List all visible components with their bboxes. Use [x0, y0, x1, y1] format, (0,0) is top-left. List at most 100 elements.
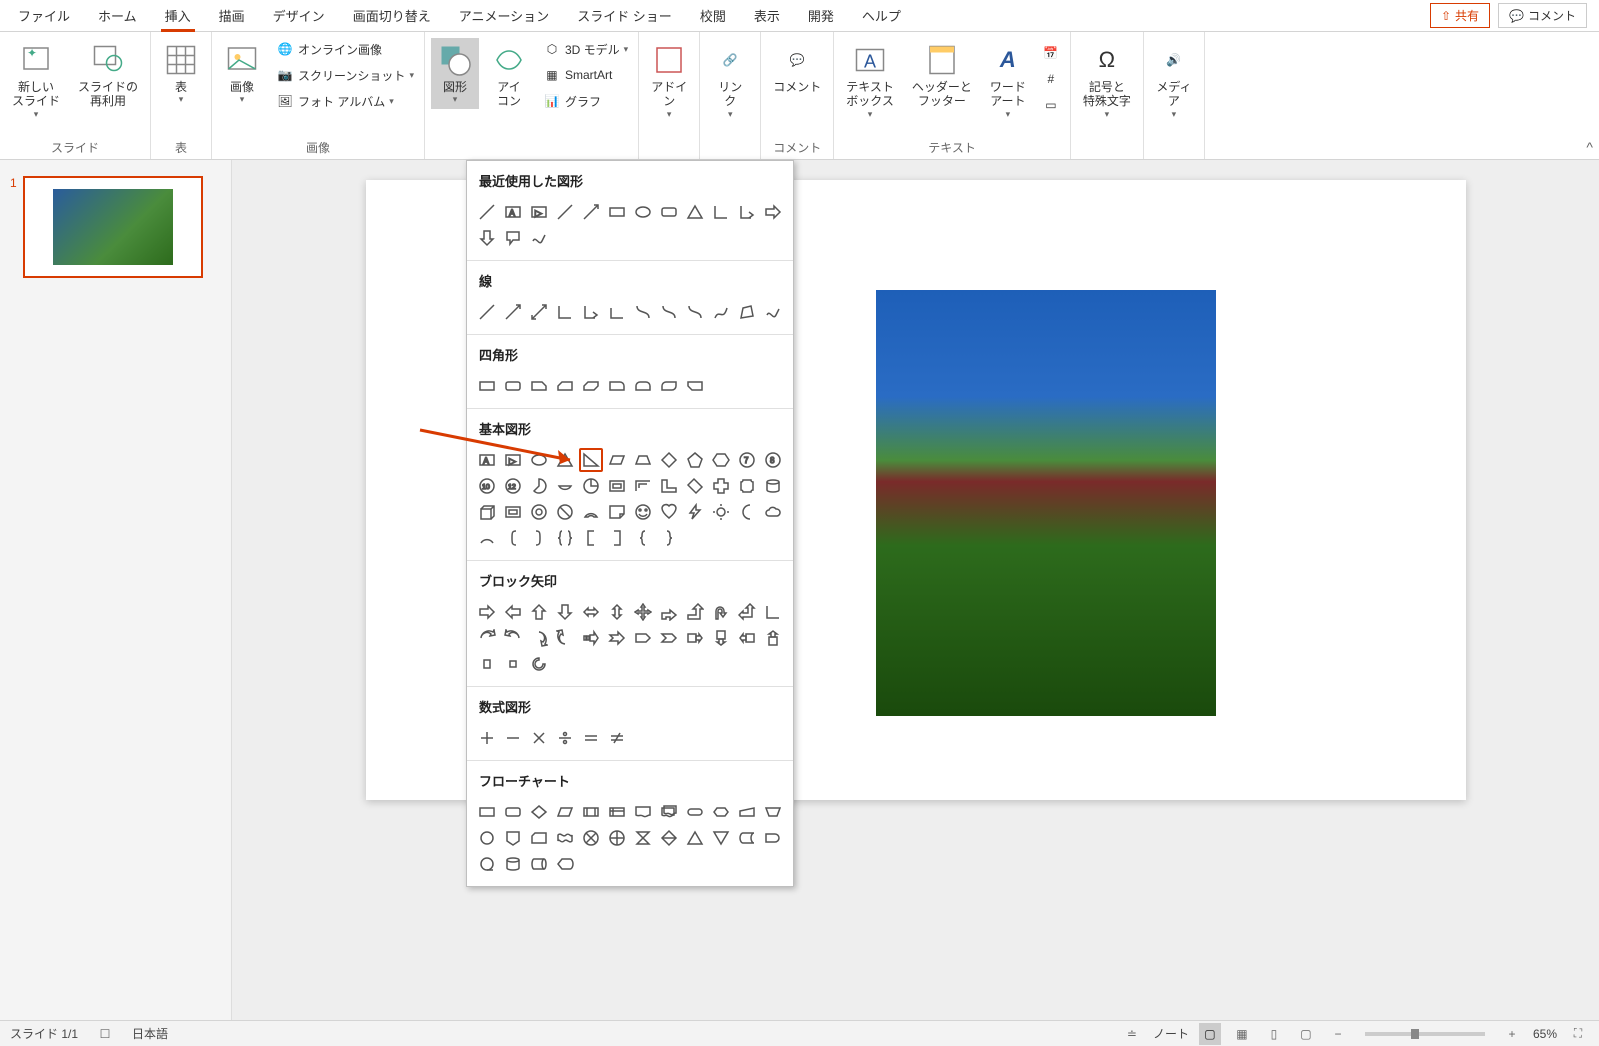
- eq-plus[interactable]: [475, 726, 499, 750]
- notes-label[interactable]: ノート: [1153, 1025, 1189, 1042]
- shape-brace-r[interactable]: [657, 526, 681, 550]
- picture-button[interactable]: 画像▾: [218, 38, 266, 109]
- shape-connector-arrow[interactable]: [735, 200, 759, 224]
- fc-sort[interactable]: [657, 826, 681, 850]
- eq-not-equal[interactable]: [605, 726, 629, 750]
- shape-textbox-v2[interactable]: ▷: [501, 448, 525, 472]
- shape-frame[interactable]: [605, 474, 629, 498]
- fc-summing[interactable]: [579, 826, 603, 850]
- tab-file[interactable]: ファイル: [4, 0, 84, 31]
- notes-button[interactable]: ≐: [1121, 1023, 1143, 1045]
- shape-lightning[interactable]: [683, 500, 707, 524]
- shape-callout[interactable]: [501, 226, 525, 250]
- fc-alt-process[interactable]: [501, 800, 525, 824]
- shape-freeform[interactable]: [735, 300, 759, 324]
- shape-parallelogram[interactable]: [605, 448, 629, 472]
- shape-chord[interactable]: [553, 474, 577, 498]
- arrow-chevron[interactable]: [657, 626, 681, 650]
- tab-help[interactable]: ヘルプ: [848, 0, 915, 31]
- shape-rect-round2[interactable]: [631, 374, 655, 398]
- shape-heart[interactable]: [657, 500, 681, 524]
- eq-multiply[interactable]: [527, 726, 551, 750]
- shape-line2[interactable]: [553, 200, 577, 224]
- arrow-callout-r[interactable]: [683, 626, 707, 650]
- tab-view[interactable]: 表示: [740, 0, 794, 31]
- shape-smiley[interactable]: [631, 500, 655, 524]
- shape-arc[interactable]: [475, 526, 499, 550]
- shape-block-arc[interactable]: [579, 500, 603, 524]
- icons-button[interactable]: アイ コン: [485, 38, 533, 113]
- shape-bracket-sq-l[interactable]: [579, 526, 603, 550]
- shape-plus[interactable]: [709, 474, 733, 498]
- header-footer-button[interactable]: ヘッダーと フッター: [906, 38, 978, 113]
- shapes-button[interactable]: 図形▾: [431, 38, 479, 109]
- reading-view-button[interactable]: ▯: [1263, 1023, 1285, 1045]
- fc-stored-data[interactable]: [735, 826, 759, 850]
- fc-manual-op[interactable]: [761, 800, 785, 824]
- tab-insert[interactable]: 挿入: [151, 0, 205, 31]
- arrow-pentagon[interactable]: [631, 626, 655, 650]
- ribbon-collapse-button[interactable]: ^: [1586, 139, 1593, 155]
- shape-textbox-v[interactable]: ▷: [527, 200, 551, 224]
- arrow-circular[interactable]: [527, 652, 551, 676]
- arrow-left[interactable]: [501, 600, 525, 624]
- arrow-leftright[interactable]: [579, 600, 603, 624]
- comment-button[interactable]: 💬コメント: [1498, 3, 1587, 28]
- symbols-button[interactable]: Ω 記号と 特殊文字▾: [1077, 38, 1137, 124]
- fc-decision[interactable]: [527, 800, 551, 824]
- shape-textbox-h[interactable]: A: [501, 200, 525, 224]
- fc-terminator[interactable]: [683, 800, 707, 824]
- zoom-out-button[interactable]: −: [1327, 1023, 1349, 1045]
- link-button[interactable]: 🔗 リン ク▾: [706, 38, 754, 124]
- shape-curve[interactable]: [709, 300, 733, 324]
- online-pictures-button[interactable]: 🌐オンライン画像: [272, 38, 418, 60]
- eq-minus[interactable]: [501, 726, 525, 750]
- zoom-slider[interactable]: [1365, 1032, 1485, 1036]
- tab-animation[interactable]: アニメーション: [445, 0, 563, 31]
- shape-ellipse[interactable]: [527, 448, 551, 472]
- shape-decagon[interactable]: 10: [475, 474, 499, 498]
- screenshot-button[interactable]: 📷スクリーンショット ▾: [272, 64, 418, 86]
- arrow-uturn[interactable]: [709, 600, 733, 624]
- shape-arrow-line[interactable]: [579, 200, 603, 224]
- slide-thumbnail-1[interactable]: [23, 176, 203, 278]
- tab-review[interactable]: 校閲: [686, 0, 740, 31]
- fc-predefined[interactable]: [579, 800, 603, 824]
- 3d-model-button[interactable]: ⬡3D モデル ▾: [539, 38, 632, 60]
- smartart-button[interactable]: ▦SmartArt: [539, 64, 632, 86]
- shape-line[interactable]: [475, 200, 499, 224]
- arrow-callout-u[interactable]: [761, 626, 785, 650]
- arrow-bent-right[interactable]: [657, 600, 681, 624]
- arrow-callout-l[interactable]: [735, 626, 759, 650]
- tab-home[interactable]: ホーム: [84, 0, 151, 31]
- object-button[interactable]: ▭: [1038, 94, 1064, 116]
- shape-pie[interactable]: [527, 474, 551, 498]
- shape-triangle[interactable]: [683, 200, 707, 224]
- fc-merge[interactable]: [709, 826, 733, 850]
- shape-rect-snip1[interactable]: [527, 374, 551, 398]
- table-button[interactable]: 表▾: [157, 38, 205, 109]
- fc-delay[interactable]: [761, 826, 785, 850]
- zoom-percent[interactable]: 65%: [1533, 1027, 1557, 1041]
- shape-moon[interactable]: [735, 500, 759, 524]
- reuse-slide-button[interactable]: スライドの 再利用: [72, 38, 144, 113]
- fc-seq-access[interactable]: [475, 852, 499, 876]
- textbox-button[interactable]: A テキスト ボックス▾: [840, 38, 900, 124]
- shape-rect-snip-diag[interactable]: [579, 374, 603, 398]
- fc-or[interactable]: [605, 826, 629, 850]
- fc-extract[interactable]: [683, 826, 707, 850]
- shape-half-frame[interactable]: [631, 474, 655, 498]
- shape-rect-round1[interactable]: [605, 374, 629, 398]
- shape-rect1[interactable]: [475, 374, 499, 398]
- slideshow-view-button[interactable]: ▢: [1295, 1023, 1317, 1045]
- shape-arrow-down[interactable]: [475, 226, 499, 250]
- shape-rect-round-diag[interactable]: [657, 374, 681, 398]
- date-time-button[interactable]: 📅: [1038, 42, 1064, 64]
- shape-diamond[interactable]: [657, 448, 681, 472]
- fc-preparation[interactable]: [709, 800, 733, 824]
- shape-elbow[interactable]: [553, 300, 577, 324]
- shape-plaque[interactable]: [735, 474, 759, 498]
- shape-brace-l[interactable]: [631, 526, 655, 550]
- shape-arrow-right[interactable]: [761, 200, 785, 224]
- tab-draw[interactable]: 描画: [205, 0, 259, 31]
